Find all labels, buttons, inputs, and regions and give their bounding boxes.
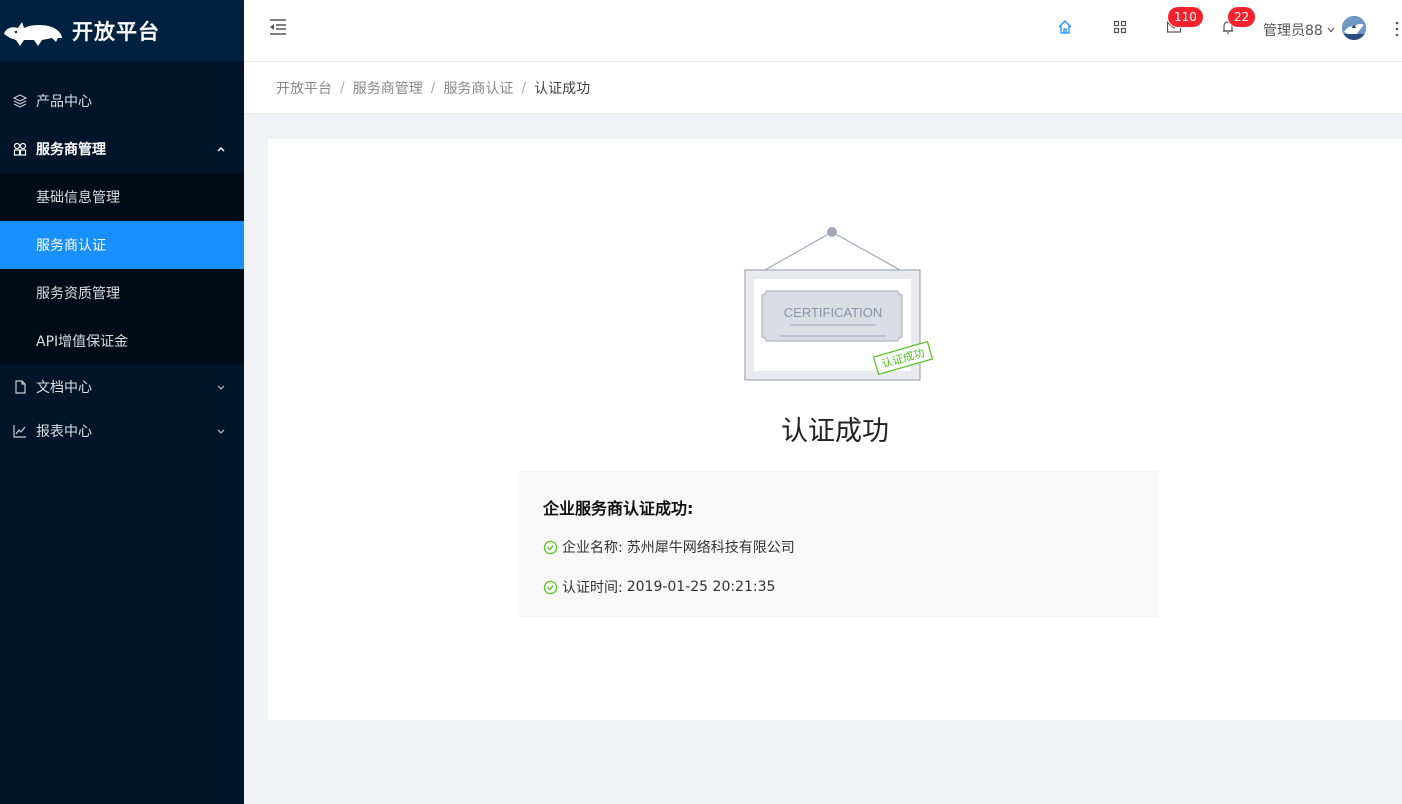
info-heading: 企业服务商认证成功: <box>543 499 694 518</box>
home-icon[interactable] <box>1056 18 1074 36</box>
user-name[interactable]: 管理员88 <box>1263 20 1323 40</box>
sidebar-item-api-deposit[interactable]: API增值保证金 <box>0 317 244 365</box>
apps-grid-icon[interactable] <box>1111 18 1129 36</box>
breadcrumb: 开放平台 / 服务商管理 / 服务商认证 / 认证成功 <box>244 62 1402 114</box>
sidebar: 开放平台 产品中心 服务商管理 基础信息管理 服务商认证 服务资质管理 API增… <box>0 0 244 804</box>
sidebar-item-label: API增值保证金 <box>36 334 129 350</box>
chevron-down-icon[interactable] <box>1326 23 1336 33</box>
rhino-logo-icon <box>4 21 62 46</box>
result-card: CERTIFICATION 认证成功 认证成功 企业服务商认证成功: 企业名称:… <box>268 139 1402 720</box>
check-circle-icon <box>543 540 558 554</box>
breadcrumb-item[interactable]: 服务商管理 <box>353 78 423 98</box>
result-title: 认证成功 <box>781 416 889 447</box>
file-icon <box>12 380 27 395</box>
certificate-illustration: CERTIFICATION 认证成功 <box>744 227 934 381</box>
sidebar-item-docs[interactable]: 文档中心 <box>0 365 244 409</box>
chevron-down-icon <box>216 426 226 436</box>
avatar[interactable] <box>1342 16 1366 40</box>
check-circle-icon <box>543 580 558 594</box>
breadcrumb-item[interactable]: 开放平台 <box>276 78 332 98</box>
breadcrumb-separator: / <box>521 79 527 96</box>
sidebar-item-qualification[interactable]: 服务资质管理 <box>0 269 244 317</box>
sidebar-item-label: 服务商管理 <box>36 142 106 158</box>
sidebar-item-label: 基础信息管理 <box>36 190 120 206</box>
breadcrumb-current: 认证成功 <box>534 80 591 97</box>
info-row-company: 企业名称: 苏州犀牛网络科技有限公司 <box>543 537 1135 557</box>
breadcrumb-separator: / <box>430 79 436 96</box>
mail-badge: 110 <box>1168 7 1203 27</box>
sidebar-item-reports[interactable]: 报表中心 <box>0 409 244 453</box>
layers-icon <box>12 94 27 109</box>
line-chart-icon <box>12 424 27 439</box>
appstore-icon <box>12 142 27 157</box>
cert-time-value: 2019-01-25 20:21:35 <box>626 579 776 595</box>
sidebar-item-label: 报表中心 <box>36 424 92 440</box>
notification-badge: 22 <box>1228 7 1256 27</box>
breadcrumb-separator: / <box>340 79 345 96</box>
sidebar-item-label: 服务商认证 <box>36 238 106 254</box>
info-label: 认证时间: <box>562 580 623 596</box>
submenu-provider-mgmt: 基础信息管理 服务商认证 服务资质管理 API增值保证金 <box>0 173 244 365</box>
logo[interactable]: 开放平台 <box>0 0 244 61</box>
side-menu: 产品中心 服务商管理 基础信息管理 服务商认证 服务资质管理 API增值保证金 <box>0 61 244 453</box>
info-label: 企业名称: <box>562 540 623 556</box>
info-row-cert-time: 认证时间: 2019-01-25 20:21:35 <box>543 577 1135 597</box>
sidebar-item-provider-mgmt[interactable]: 服务商管理 <box>0 125 244 173</box>
sidebar-item-label: 文档中心 <box>36 380 92 396</box>
sidebar-item-basic-info[interactable]: 基础信息管理 <box>0 173 244 221</box>
sidebar-item-label: 产品中心 <box>36 94 92 110</box>
more-vertical-icon[interactable] <box>1394 20 1400 38</box>
certification-heading: CERTIFICATION <box>784 305 882 320</box>
company-name-value: 苏州犀牛网络科技有限公司 <box>626 540 795 556</box>
sidebar-item-products[interactable]: 产品中心 <box>0 77 244 125</box>
info-panel: 企业服务商认证成功: 企业名称: 苏州犀牛网络科技有限公司 认证时间: 2019… <box>519 471 1159 617</box>
menu-fold-icon[interactable] <box>268 17 288 37</box>
app-title: 开放平台 <box>72 19 160 44</box>
sidebar-item-provider-cert[interactable]: 服务商认证 <box>0 221 244 269</box>
top-header: 110 22 管理员88 <box>244 0 1402 61</box>
chevron-down-icon <box>216 382 226 392</box>
sidebar-item-label: 服务资质管理 <box>36 286 120 302</box>
breadcrumb-item[interactable]: 服务商认证 <box>443 78 513 98</box>
chevron-up-icon <box>216 144 226 154</box>
